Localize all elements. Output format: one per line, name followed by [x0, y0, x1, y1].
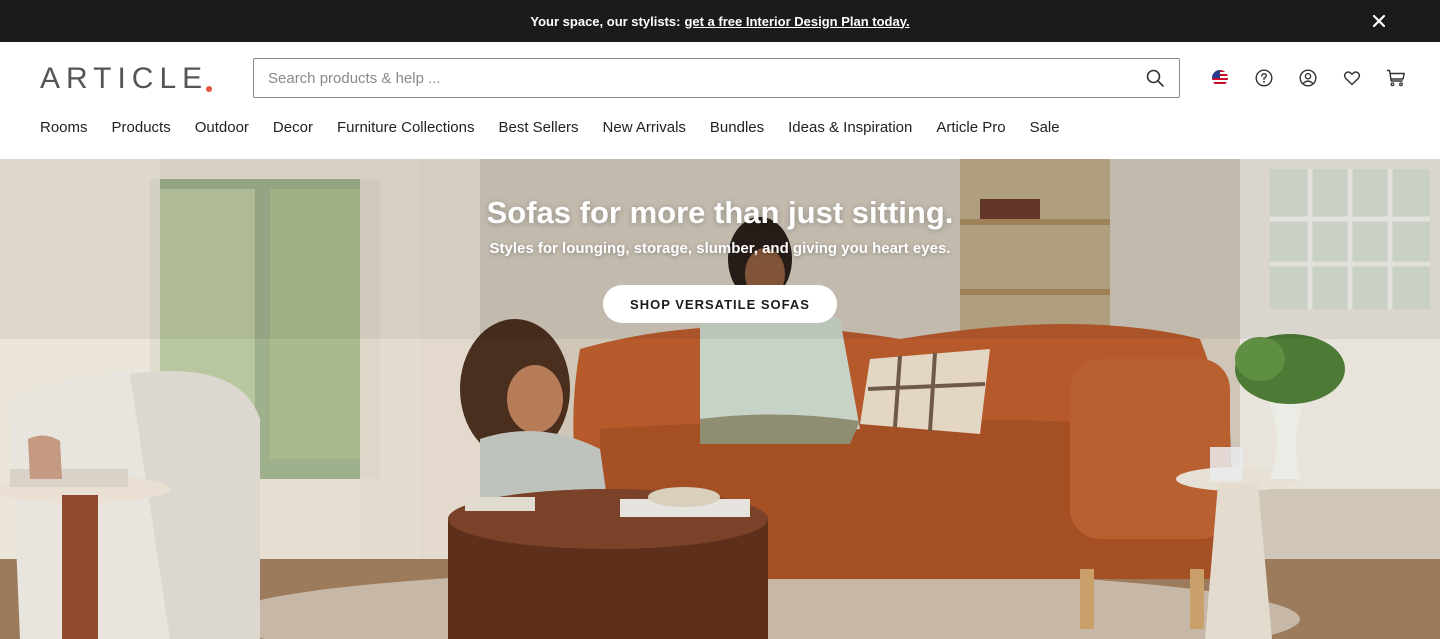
nav-item-outdoor[interactable]: Outdoor — [195, 118, 249, 140]
search-bar — [253, 58, 1180, 98]
nav-item-bundles[interactable]: Bundles — [710, 118, 764, 140]
nav-item-best-sellers[interactable]: Best Sellers — [499, 118, 579, 140]
heart-icon[interactable] — [1340, 66, 1364, 90]
logo-text: ARTICLE — [40, 62, 209, 95]
promo-text: Your space, our stylists: — [530, 13, 681, 29]
nav-item-article-pro[interactable]: Article Pro — [936, 118, 1005, 140]
nav-item-decor[interactable]: Decor — [273, 118, 313, 140]
cart-icon[interactable] — [1384, 66, 1408, 90]
hero-title: Sofas for more than just sitting. — [486, 195, 954, 230]
shop-versatile-sofas-button[interactable]: SHOP VERSATILE SOFAS — [603, 285, 837, 323]
hero-image — [0, 159, 1440, 639]
account-icon[interactable] — [1296, 66, 1320, 90]
nav-item-new-arrivals[interactable]: New Arrivals — [603, 118, 686, 140]
main-nav: Rooms Products Outdoor Decor Furniture Colle… — [40, 118, 1060, 140]
help-icon[interactable] — [1252, 66, 1276, 90]
us-flag-icon[interactable] — [1208, 66, 1232, 90]
logo[interactable]: ARTICLE — [40, 62, 213, 95]
promo-bar: Your space, our stylists: get a free Int… — [0, 0, 1440, 42]
hero-subtitle: Styles for lounging, storage, slumber, a… — [489, 240, 951, 257]
logo-dot — [206, 86, 213, 92]
promo-link[interactable]: get a free Interior Design Plan today. — [684, 14, 909, 29]
search-input[interactable] — [268, 69, 1145, 87]
nav-item-products[interactable]: Products — [112, 118, 171, 140]
site-header: ARTICLE Search products & help ... Rooms… — [0, 42, 1440, 159]
header-icons — [1208, 66, 1408, 90]
close-icon[interactable] — [1370, 12, 1388, 30]
search-icon[interactable] — [1145, 68, 1165, 88]
nav-item-ideas-inspiration[interactable]: Ideas & Inspiration — [788, 118, 912, 140]
hero-banner: Sofas for more than just sitting. Styles… — [0, 159, 1440, 639]
nav-item-sale[interactable]: Sale — [1030, 118, 1060, 140]
nav-item-furniture-collections[interactable]: Furniture Collections — [337, 118, 475, 140]
nav-item-rooms[interactable]: Rooms — [40, 118, 88, 140]
